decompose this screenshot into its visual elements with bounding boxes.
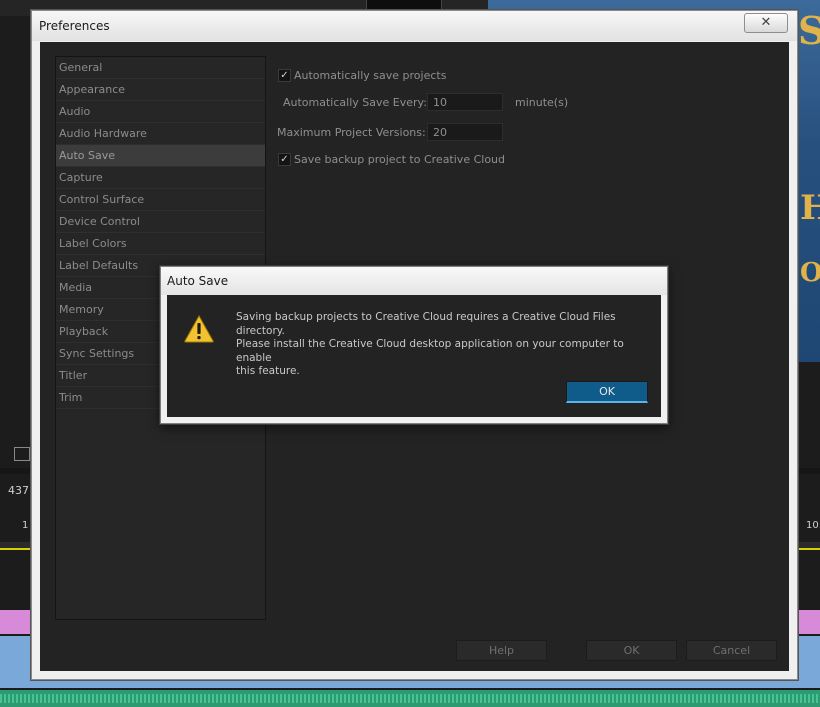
- sidebar-item-auto-save[interactable]: Auto Save: [56, 145, 265, 167]
- alert-message: Saving backup projects to Creative Cloud…: [236, 311, 656, 379]
- sidebar-item-capture[interactable]: Capture: [56, 167, 265, 189]
- sidebar-item-audio-hardware[interactable]: Audio Hardware: [56, 123, 265, 145]
- video-letter-glyph: S: [798, 8, 820, 53]
- timeline-ruler-label: 10:: [806, 520, 820, 531]
- close-button[interactable]: ✕: [744, 13, 788, 33]
- max-versions-label: Maximum Project Versions:: [277, 126, 426, 139]
- alert-message-line: Saving backup projects to Creative Cloud…: [236, 311, 616, 337]
- sidebar-item-control-surface[interactable]: Control Surface: [56, 189, 265, 211]
- alert-message-line: Please install the Creative Cloud deskto…: [236, 338, 624, 377]
- ok-button[interactable]: OK: [586, 640, 677, 661]
- timeline-timecode: 437: [8, 484, 29, 497]
- save-every-field[interactable]: 10: [427, 93, 503, 111]
- video-letter-glyph: O: [800, 258, 820, 288]
- preferences-titlebar[interactable]: Preferences ✕: [32, 11, 797, 41]
- sidebar-item-label-colors[interactable]: Label Colors: [56, 233, 265, 255]
- auto-save-checkbox[interactable]: ✓: [278, 69, 291, 82]
- sidebar-item-audio[interactable]: Audio: [56, 101, 265, 123]
- close-icon: ✕: [760, 15, 772, 30]
- timeline-ruler-label: 1: [22, 520, 29, 531]
- max-versions-field[interactable]: 20: [427, 123, 503, 141]
- alert-body: Saving backup projects to Creative Cloud…: [167, 295, 661, 417]
- cloud-backup-label: Save backup project to Creative Cloud: [294, 153, 505, 166]
- cancel-button[interactable]: Cancel: [686, 640, 777, 661]
- video-letter-glyph: H: [800, 188, 820, 228]
- warning-icon: [184, 315, 214, 343]
- help-button[interactable]: Help: [456, 640, 547, 661]
- save-every-label: Automatically Save Every:: [283, 96, 427, 109]
- sidebar-item-device-control[interactable]: Device Control: [56, 211, 265, 233]
- cloud-backup-checkbox[interactable]: ✓: [278, 153, 291, 166]
- background-panel-icon: [14, 447, 30, 461]
- sidebar-item-appearance[interactable]: Appearance: [56, 79, 265, 101]
- preferences-title: Preferences: [39, 19, 110, 33]
- alert-title: Auto Save: [167, 274, 229, 288]
- auto-save-alert-dialog: Auto Save Saving backup projects to Crea…: [160, 266, 668, 424]
- timeline-audio-track[interactable]: [0, 690, 820, 707]
- auto-save-label: Automatically save projects: [294, 69, 447, 82]
- save-every-unit: minute(s): [515, 96, 569, 109]
- sidebar-item-general[interactable]: General: [56, 57, 265, 79]
- alert-ok-button[interactable]: OK: [566, 381, 648, 403]
- alert-titlebar[interactable]: Auto Save: [161, 267, 667, 295]
